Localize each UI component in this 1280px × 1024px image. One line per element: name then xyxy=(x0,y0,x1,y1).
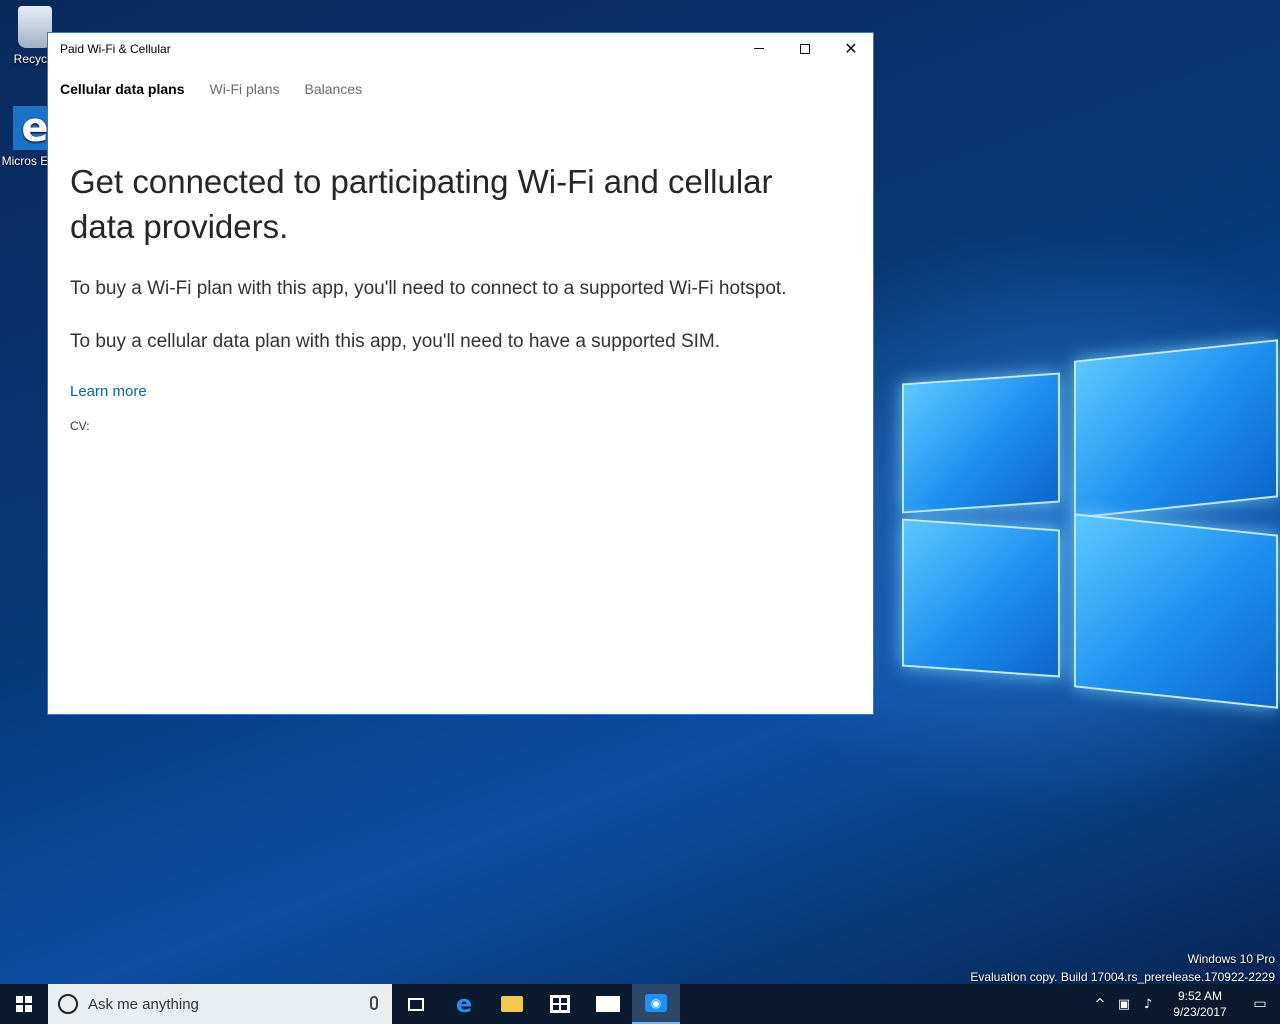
file-explorer-icon xyxy=(501,996,523,1012)
task-view-icon xyxy=(408,997,424,1011)
main-content: Get connected to participating Wi-Fi and… xyxy=(70,159,790,433)
cortana-icon xyxy=(58,994,78,1014)
title-bar[interactable]: Paid Wi-Fi & Cellular ✕ xyxy=(48,33,873,65)
taskbar: Ask me anything e ◉ ^ ▣ ♪ 9:52 AM 9/23/2… xyxy=(0,984,1280,1024)
close-button[interactable]: ✕ xyxy=(828,33,874,64)
clock[interactable]: 9:52 AM 9/23/2017 xyxy=(1160,988,1240,1020)
file-explorer-button[interactable] xyxy=(488,984,536,1024)
edge-taskbar-button[interactable]: e xyxy=(440,984,488,1024)
windows-watermark: Windows 10 Pro Evaluation copy. Build 17… xyxy=(970,950,1275,986)
tab-cellular-data-plans[interactable]: Cellular data plans xyxy=(60,81,184,97)
mail-button[interactable] xyxy=(584,984,632,1024)
clock-date: 9/23/2017 xyxy=(1173,1005,1227,1019)
paid-wifi-app-button[interactable]: ◉ xyxy=(632,984,680,1024)
clock-time: 9:52 AM xyxy=(1177,989,1223,1003)
app-window: Paid Wi-Fi & Cellular ✕ Cellular data pl… xyxy=(47,32,874,715)
cv-label: CV: xyxy=(70,419,90,433)
learn-more-link[interactable]: Learn more xyxy=(70,383,147,400)
start-button[interactable] xyxy=(0,984,48,1024)
watermark-edition: Windows 10 Pro xyxy=(1187,952,1275,966)
wifi-plan-info: To buy a Wi-Fi plan with this app, you'l… xyxy=(70,278,787,299)
paid-wifi-app-icon: ◉ xyxy=(645,994,667,1012)
maximize-button[interactable] xyxy=(782,33,828,64)
minimize-icon xyxy=(754,48,764,49)
maximize-icon xyxy=(800,43,810,54)
cortana-search-box[interactable]: Ask me anything xyxy=(48,984,392,1024)
mail-icon xyxy=(596,996,620,1012)
edge-icon: e xyxy=(455,990,473,1018)
action-center-icon[interactable]: ▭ xyxy=(1240,996,1280,1012)
system-tray: ^ ▣ ♪ 9:52 AM 9/23/2017 ▭ xyxy=(1088,984,1280,1024)
close-icon: ✕ xyxy=(844,38,858,58)
volume-icon[interactable]: ♪ xyxy=(1136,997,1160,1012)
store-button[interactable] xyxy=(536,984,584,1024)
page-headline: Get connected to participating Wi-Fi and… xyxy=(70,163,773,245)
cellular-plan-info: To buy a cellular data plan with this ap… xyxy=(70,331,721,352)
network-icon[interactable]: ▣ xyxy=(1112,997,1136,1012)
task-view-button[interactable] xyxy=(392,984,440,1024)
window-title: Paid Wi-Fi & Cellular xyxy=(60,42,171,56)
search-placeholder: Ask me anything xyxy=(88,995,199,1013)
microphone-icon[interactable] xyxy=(370,996,378,1010)
windows-logo-wallpaper xyxy=(880,330,1280,710)
tab-wifi-plans[interactable]: Wi-Fi plans xyxy=(209,81,279,97)
chevron-up-icon[interactable]: ^ xyxy=(1088,997,1112,1012)
tab-bar: Cellular data plans Wi-Fi plans Balances xyxy=(60,81,387,97)
tab-balances[interactable]: Balances xyxy=(305,81,363,97)
store-icon xyxy=(550,995,570,1013)
start-icon xyxy=(16,996,32,1012)
minimize-button[interactable] xyxy=(736,33,782,64)
